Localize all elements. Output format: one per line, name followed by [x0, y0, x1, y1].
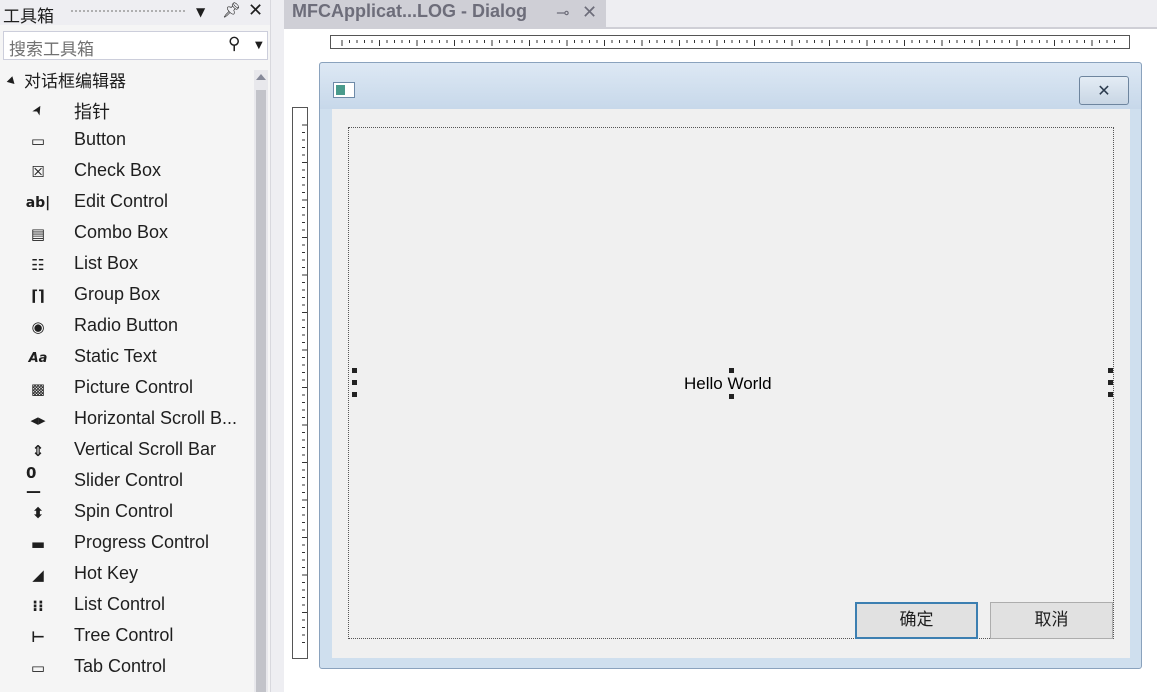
- toolbox-item-label: 指针: [74, 102, 110, 122]
- dialog-client-area[interactable]: Hello World 确定 取消: [332, 109, 1130, 658]
- tab-dialog-document[interactable]: MFCApplicat...LOG - Dialog ⊸ ✕: [284, 0, 606, 27]
- toolbox-item[interactable]: ▤ Combo Box: [0, 218, 252, 249]
- toolbox-item[interactable]: ⬍ Spin Control: [0, 497, 252, 528]
- tab-title: MFCApplicat...LOG - Dialog: [292, 1, 527, 21]
- close-icon[interactable]: ✕: [248, 0, 263, 21]
- toolbox-item[interactable]: ▭ Tab Control: [0, 652, 252, 683]
- resize-handle[interactable]: [352, 368, 357, 373]
- cancel-button[interactable]: 取消: [990, 602, 1113, 639]
- ruler-frame: [292, 107, 308, 659]
- horizontal-scroll-icon: ◂▸: [30, 411, 46, 429]
- toolbox-item[interactable]: ⌈⌉ Group Box: [0, 280, 252, 311]
- toolbox-item-label: Check Box: [74, 160, 162, 180]
- combo-box-icon: ▤: [30, 225, 46, 243]
- scroll-thumb[interactable]: [256, 90, 266, 692]
- toolbox-item[interactable]: ab| Edit Control: [0, 187, 252, 218]
- toolbox-item-label: Static Text: [74, 346, 157, 366]
- resize-handle[interactable]: [1108, 392, 1113, 397]
- toolbox-item[interactable]: ☒ Check Box: [0, 156, 252, 187]
- toolbox-item[interactable]: ▩ Picture Control: [0, 373, 252, 404]
- picture-control-icon: ▩: [30, 380, 46, 398]
- pin-icon[interactable]: ⊸: [556, 3, 569, 22]
- toolbox-item[interactable]: 0— Slider Control: [0, 464, 252, 500]
- radio-button-icon: ◉: [31, 318, 45, 336]
- toolbox-item[interactable]: ☷ List Box: [0, 249, 252, 280]
- toolbox-item[interactable]: ▬ Progress Control: [0, 528, 252, 559]
- resize-handle[interactable]: [352, 380, 357, 385]
- toolbox-title-bar: 工具箱 ▼ 📌︎ ✕: [0, 0, 270, 27]
- tree-control-icon: ⊢: [31, 628, 45, 646]
- resize-handle[interactable]: [352, 392, 357, 397]
- scroll-up-icon[interactable]: [256, 74, 266, 80]
- toolbox-item-label: Button: [74, 129, 127, 149]
- vertical-scroll-icon: ⇕: [31, 442, 45, 460]
- resize-handle[interactable]: [1108, 368, 1113, 373]
- selection-handle-bottom[interactable]: [729, 394, 734, 399]
- toolbox-item-label: Slider Control: [74, 470, 184, 490]
- toolbox-item[interactable]: ⊢ Tree Control: [0, 621, 252, 652]
- pin-icon[interactable]: 📌︎: [222, 1, 241, 19]
- dialog-title-bar[interactable]: ✕: [320, 63, 1141, 109]
- checkbox-icon: ☒: [31, 163, 45, 181]
- edit-control-icon: ab|: [25, 195, 51, 211]
- search-dropdown-icon[interactable]: ▼: [255, 40, 263, 51]
- toolbox-item[interactable]: ➤ 指针: [0, 94, 252, 125]
- toolbox-item[interactable]: ⁝⁝ List Control: [0, 590, 252, 621]
- hot-key-icon: ◢: [32, 566, 44, 584]
- dialog-window[interactable]: ✕ Hello World 确定 取消: [319, 62, 1142, 669]
- toolbox-item[interactable]: Aa Static Text: [0, 342, 252, 373]
- toolbox-item[interactable]: ◢ Hot Key: [0, 559, 252, 590]
- button-icon: ▭: [30, 132, 46, 150]
- title-grip: [70, 9, 186, 14]
- static-text-hello[interactable]: Hello World: [684, 374, 772, 394]
- dialog-app-icon: [333, 82, 355, 98]
- group-box-icon: ⌈⌉: [31, 287, 45, 305]
- list-control-icon: ⁝⁝: [32, 597, 44, 615]
- toolbox-title: 工具箱: [3, 7, 54, 27]
- toolbox-item[interactable]: ◉ Radio Button: [0, 311, 252, 342]
- toolbox-item-label: Combo Box: [74, 222, 169, 242]
- static-text-icon: Aa: [28, 350, 48, 366]
- toolbox-item-label: List Control: [74, 594, 166, 614]
- search-icon[interactable]: ⚲: [228, 34, 240, 54]
- group-label: 对话框编辑器: [24, 72, 126, 92]
- toolbox-item-label: Horizontal Scroll B...: [74, 408, 238, 428]
- toolbox-item-label: Picture Control: [74, 377, 194, 397]
- toolbox-item-label: Edit Control: [74, 191, 169, 211]
- list-box-icon: ☷: [31, 256, 45, 274]
- toolbox-item-label: Radio Button: [74, 315, 179, 335]
- spin-icon: ⬍: [31, 504, 45, 522]
- toolbox-item-label: Group Box: [74, 284, 161, 304]
- ok-button[interactable]: 确定: [855, 602, 978, 639]
- horizontal-ruler: [330, 35, 1130, 49]
- resize-handle[interactable]: [1108, 380, 1113, 385]
- dropdown-arrow-icon[interactable]: ▼: [196, 5, 205, 19]
- dialog-close-button[interactable]: ✕: [1079, 76, 1129, 105]
- toolbox-item[interactable]: ⇕ Vertical Scroll Bar: [0, 435, 252, 466]
- toolbox-item-label: Tree Control: [74, 625, 174, 645]
- toolbox-item-label: Hot Key: [74, 563, 139, 583]
- toolbox-item[interactable]: ▭ Button: [0, 125, 252, 156]
- slider-icon: 0—: [26, 464, 41, 500]
- collapse-icon[interactable]: [6, 76, 18, 87]
- toolbox-scrollbar[interactable]: [254, 70, 268, 692]
- toolbox-panel: 工具箱 ▼ 📌︎ ✕ 搜索工具箱 ⚲ ▼ 对话框编辑器 ➤ 指针 ▭ Button ☒ C…: [0, 0, 270, 692]
- toolbox-item-label: Progress Control: [74, 532, 210, 552]
- selection-handle-top[interactable]: [729, 368, 734, 373]
- panel-splitter[interactable]: [270, 0, 284, 692]
- search-placeholder: 搜索工具箱: [9, 40, 94, 60]
- toolbox-item-label: Vertical Scroll Bar: [74, 439, 217, 459]
- vertical-ruler: [292, 107, 308, 659]
- close-tab-icon[interactable]: ✕: [582, 2, 597, 23]
- toolbox-search-input[interactable]: 搜索工具箱 ⚲ ▼: [3, 31, 268, 60]
- toolbox-item-label: List Box: [74, 253, 139, 273]
- toolbox-item-label: Spin Control: [74, 501, 174, 521]
- group-header-dialog-editor[interactable]: 对话框编辑器: [6, 67, 126, 92]
- progress-icon: ▬: [30, 535, 46, 553]
- toolbox-item[interactable]: ◂▸ Horizontal Scroll B...: [0, 404, 252, 435]
- tab-control-icon: ▭: [30, 659, 46, 677]
- toolbox-item-label: Tab Control: [74, 656, 167, 676]
- pointer-icon: ➤: [28, 101, 48, 119]
